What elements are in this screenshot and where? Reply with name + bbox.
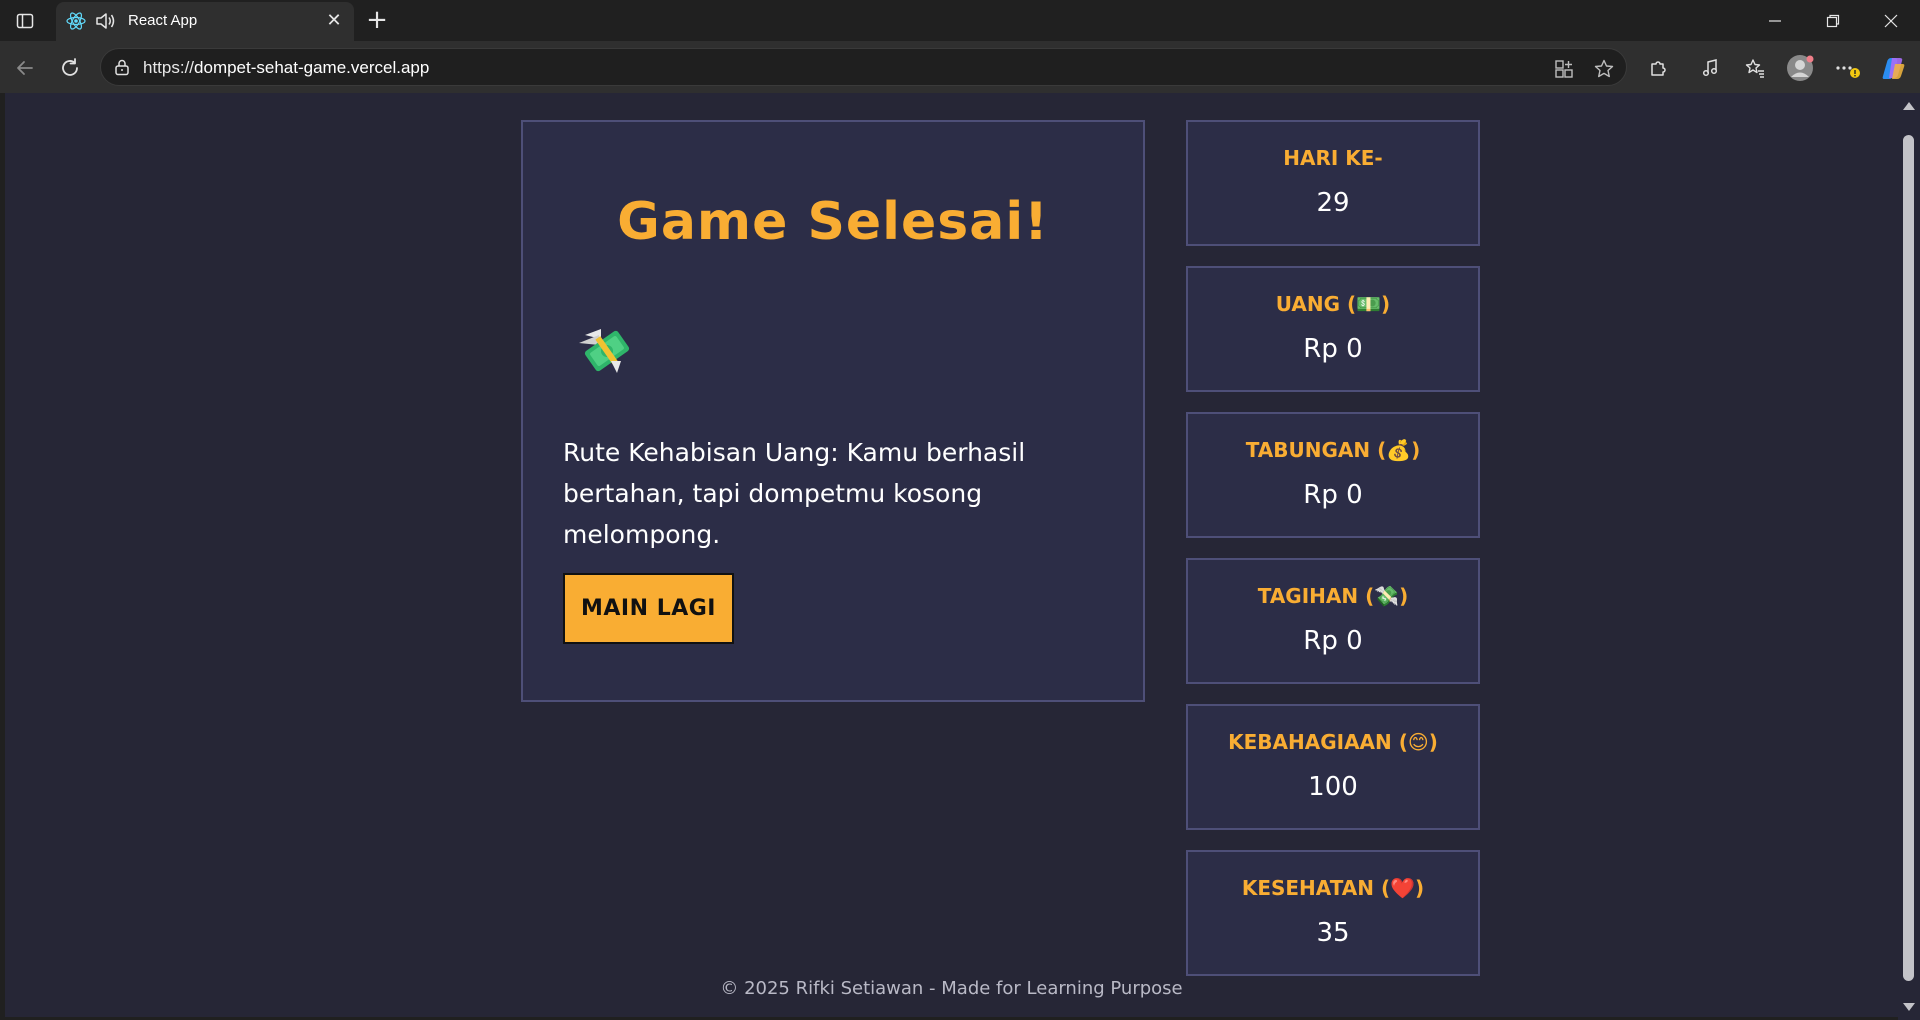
scroll-down-icon[interactable] bbox=[1903, 1003, 1915, 1011]
stat-card-savings: TABUNGAN (💰) Rp 0 bbox=[1186, 412, 1480, 538]
speaker-icon[interactable] bbox=[94, 11, 116, 31]
profile-avatar-icon[interactable] bbox=[1785, 53, 1815, 83]
route-result-text: Rute Kehabisan Uang: Kamu berhasil berta… bbox=[563, 438, 1026, 549]
copilot-icon[interactable] bbox=[1878, 53, 1908, 83]
minimize-icon[interactable] bbox=[1752, 4, 1798, 38]
scroll-up-icon[interactable] bbox=[1903, 102, 1915, 110]
footer-copyright: © 2025 Rifki Setiawan - Made for Learnin… bbox=[720, 978, 1183, 999]
stat-card-day: HARI KE- 29 bbox=[1186, 120, 1480, 246]
restore-icon[interactable] bbox=[1810, 4, 1856, 38]
stat-label: UANG (💵) bbox=[1275, 292, 1391, 316]
stat-label: HARI KE- bbox=[1283, 146, 1383, 170]
media-control-icon[interactable] bbox=[1695, 53, 1725, 83]
game-over-title: Game Selesai! bbox=[617, 192, 1049, 252]
url-text: https://dompet-sehat-game.vercel.app bbox=[143, 58, 429, 78]
tab-title: React App bbox=[128, 12, 198, 29]
reload-icon[interactable] bbox=[55, 53, 85, 83]
stat-value: 35 bbox=[1316, 918, 1350, 948]
stat-label: KEBAHAGIAAN (😊) bbox=[1228, 730, 1438, 754]
stat-card-money: UANG (💵) Rp 0 bbox=[1186, 266, 1480, 392]
url-host: dompet-sehat-game.vercel.app bbox=[194, 58, 430, 77]
sidebar-toggle-icon[interactable] bbox=[8, 6, 42, 36]
play-again-button[interactable]: MAIN LAGI bbox=[563, 573, 734, 644]
stat-value: 100 bbox=[1308, 772, 1358, 802]
stat-label: TAGIHAN (💸) bbox=[1257, 584, 1409, 608]
app-available-icon[interactable] bbox=[1553, 58, 1575, 80]
stat-card-happiness: KEBAHAGIAAN (😊) 100 bbox=[1186, 704, 1480, 830]
stat-value: Rp 0 bbox=[1303, 626, 1363, 656]
stat-label: TABUNGAN (💰) bbox=[1245, 438, 1421, 462]
favorite-star-icon[interactable] bbox=[1593, 58, 1615, 80]
close-window-icon[interactable] bbox=[1868, 4, 1914, 38]
browser-toolbar: https://dompet-sehat-game.vercel.app bbox=[0, 41, 1920, 93]
favorites-icon[interactable] bbox=[1740, 53, 1770, 83]
url-scheme: https:// bbox=[143, 58, 195, 77]
back-icon[interactable] bbox=[10, 53, 40, 83]
address-bar[interactable]: https://dompet-sehat-game.vercel.app bbox=[100, 48, 1627, 86]
stat-card-bills: TAGIHAN (💸) Rp 0 bbox=[1186, 558, 1480, 684]
new-tab-icon[interactable]: + bbox=[362, 6, 392, 36]
react-favicon-icon bbox=[66, 12, 86, 30]
stat-card-health: KESEHATAN (❤️) 35 bbox=[1186, 850, 1480, 976]
scrollbar-thumb[interactable] bbox=[1903, 135, 1914, 981]
stat-value: Rp 0 bbox=[1303, 480, 1363, 510]
site-info-icon[interactable] bbox=[113, 58, 131, 76]
browser-title-bar: React App ✕ + bbox=[0, 0, 1920, 41]
more-options-icon[interactable] bbox=[1832, 53, 1862, 83]
money-with-wings-icon: $ bbox=[579, 329, 630, 373]
tab-close-icon[interactable]: ✕ bbox=[322, 9, 346, 33]
stat-value: 29 bbox=[1316, 188, 1350, 218]
stat-value: Rp 0 bbox=[1303, 334, 1363, 364]
game-over-card: Game Selesai! $ Rute Kehabisan Uang: Kam… bbox=[521, 120, 1145, 702]
extensions-icon[interactable] bbox=[1643, 53, 1673, 83]
stat-label: KESEHATAN (❤️) bbox=[1241, 876, 1425, 900]
browser-tab[interactable]: React App ✕ bbox=[56, 2, 354, 41]
page-scrollbar[interactable] bbox=[1898, 93, 1920, 1020]
